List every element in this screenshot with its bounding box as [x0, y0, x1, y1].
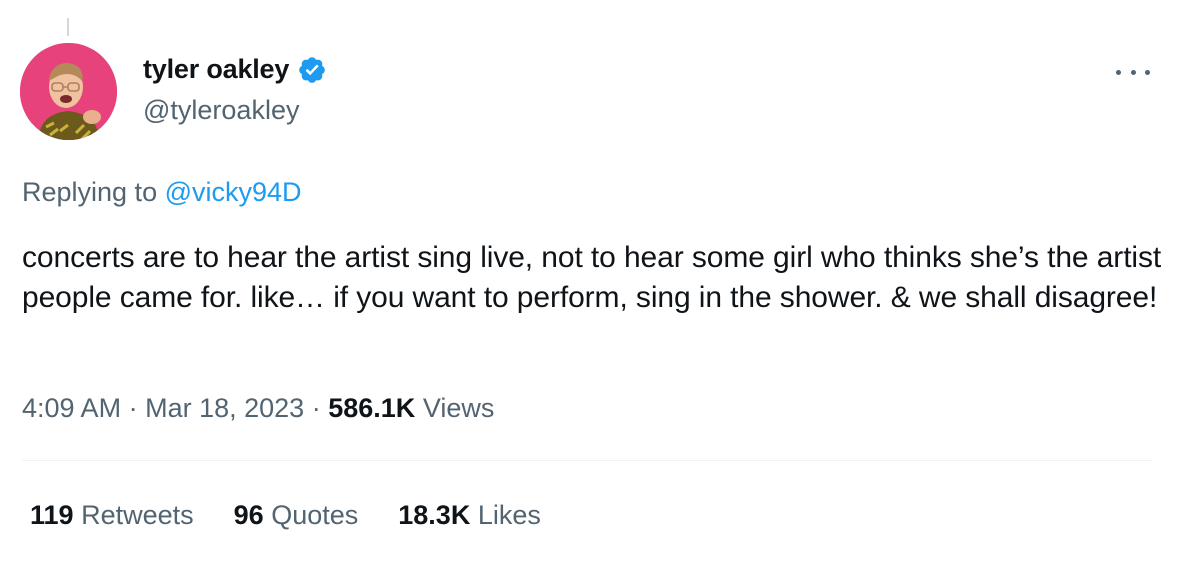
retweets-stat[interactable]: 119 Retweets — [30, 500, 194, 531]
more-dot — [1116, 69, 1121, 75]
tweet-time[interactable]: 4:09 AM — [22, 393, 121, 423]
meta-separator: · — [128, 393, 138, 423]
tweet-metadata: 4:09 AM · Mar 18, 2023 · 586.1K Views — [22, 393, 494, 424]
likes-stat[interactable]: 18.3K Likes — [398, 500, 541, 531]
more-options-icon[interactable] — [1116, 66, 1150, 78]
author-name-row: tyler oakley — [143, 54, 327, 85]
tweet-text: concerts are to hear the artist sing liv… — [22, 241, 1162, 314]
profile-photo-icon — [20, 43, 117, 140]
views-label: Views — [422, 393, 495, 423]
meta-separator: · — [311, 393, 321, 423]
verified-badge-icon[interactable] — [297, 55, 327, 85]
likes-count: 18.3K — [398, 500, 471, 530]
avatar[interactable] — [20, 43, 117, 140]
quotes-label: Quotes — [271, 500, 359, 530]
tweet-date[interactable]: Mar 18, 2023 — [145, 393, 304, 423]
retweets-label: Retweets — [81, 500, 194, 530]
replying-to-link[interactable]: @vicky94D — [165, 177, 302, 207]
engagement-stats: 119 Retweets 96 Quotes 18.3K Likes — [30, 500, 541, 531]
replying-prefix: Replying to — [22, 177, 158, 207]
author-handle[interactable]: @tyleroakley — [143, 95, 299, 126]
quotes-stat[interactable]: 96 Quotes — [234, 500, 359, 531]
quotes-count: 96 — [233, 500, 264, 530]
more-dot — [1130, 69, 1136, 75]
views-count: 586.1K — [328, 393, 416, 423]
display-name[interactable]: tyler oakley — [143, 54, 289, 85]
retweets-count: 119 — [30, 500, 74, 530]
more-dot — [1145, 69, 1150, 75]
thread-connector-line — [67, 18, 69, 36]
divider — [22, 460, 1152, 461]
replying-to-line: Replying to @vicky94D — [22, 177, 302, 208]
likes-label: Likes — [477, 500, 541, 530]
